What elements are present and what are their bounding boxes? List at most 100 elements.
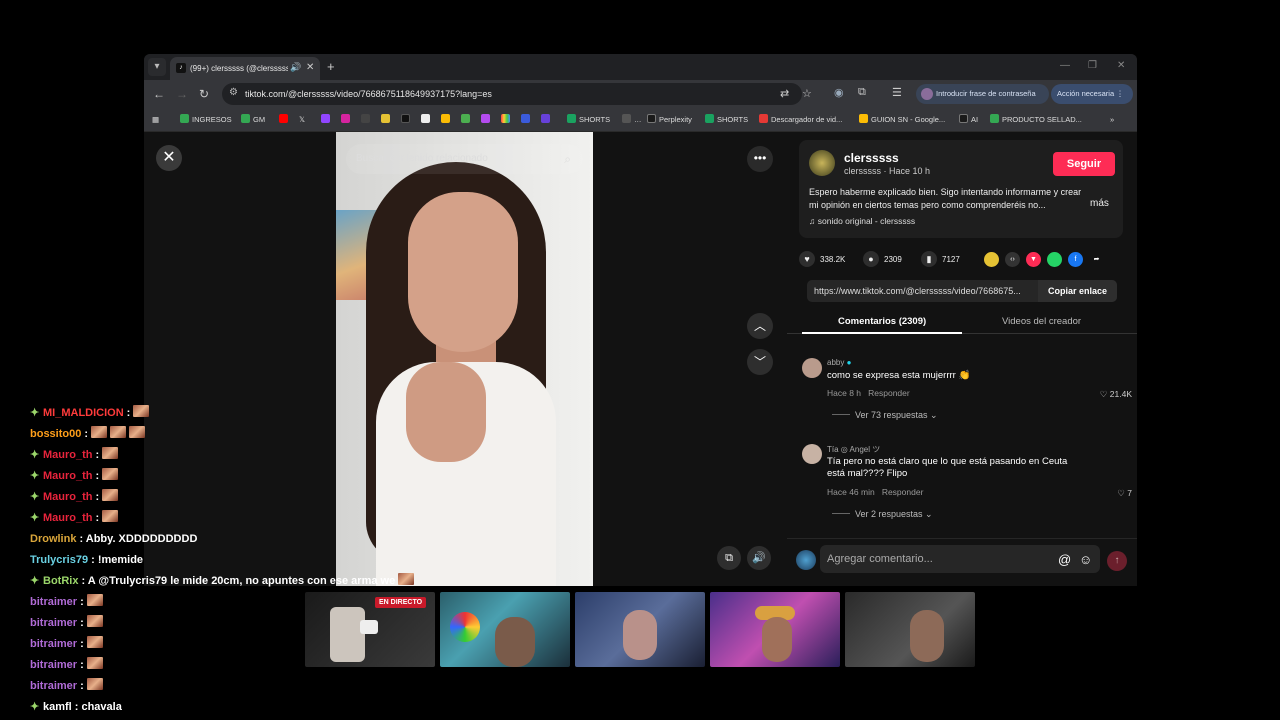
close-window-icon[interactable]: ✕ (1117, 60, 1125, 71)
address-bar[interactable]: ⚙ tiktok.com/@clersssss/video/7668675118… (222, 83, 812, 105)
share-arrow-icon[interactable]: ➦ (1089, 252, 1104, 267)
bookmark-guion[interactable]: GUION SN - Google... (859, 114, 945, 126)
close-icon[interactable]: ✕ (156, 145, 182, 171)
media-icon[interactable]: ◉ (834, 86, 844, 99)
reading-list-icon[interactable]: ☰ (892, 86, 902, 99)
commenter-name[interactable]: Tía ◎ Angel ツ (827, 444, 880, 455)
repost-icon[interactable] (984, 252, 999, 267)
search-icon[interactable]: ⌕ (564, 144, 571, 174)
embed-icon[interactable]: ‹› (1005, 252, 1020, 267)
video-link[interactable]: https://www.tiktok.com/@clersssss/video/… (814, 280, 1034, 302)
bookmark-purple-icon[interactable] (481, 114, 493, 126)
bookmark-ingresos[interactable]: INGRESOS (180, 114, 232, 126)
chat-username[interactable]: Drowlink (30, 533, 76, 545)
bookmark-rainbow-icon[interactable] (501, 114, 513, 126)
chat-username[interactable]: BotRix (43, 575, 78, 587)
tab-creator-videos[interactable]: Videos del creador (1002, 316, 1081, 327)
bookmark-descargador[interactable]: Descargador de vid... (759, 114, 842, 126)
sound-link[interactable]: ♫ sonido original - clersssss (809, 216, 915, 226)
bookmark-star-icon[interactable]: ☆ (802, 87, 812, 100)
close-tab-icon[interactable]: ✕ (306, 62, 314, 73)
next-video-icon[interactable]: ﹀ (747, 349, 773, 375)
comment-like-button[interactable]: ♡ 7 (1117, 488, 1132, 499)
restore-icon[interactable]: ❐ (1088, 60, 1097, 71)
send-icon[interactable]: ▼ (1026, 252, 1041, 267)
back-icon[interactable]: ← (153, 87, 165, 101)
copy-link-button[interactable]: Copiar enlace (1038, 280, 1117, 302)
bookmark-twitch-icon[interactable] (321, 114, 333, 126)
facebook-icon[interactable]: f (1068, 252, 1083, 267)
speaker-icon[interactable]: 🔊 (290, 62, 301, 73)
bookmark-perplexity[interactable]: Perplexity (647, 114, 692, 126)
bookmark-instagram-icon[interactable] (341, 114, 353, 126)
bookmarks-overflow-icon[interactable]: » (1110, 114, 1114, 126)
bookmark-ai[interactable]: AI (959, 114, 978, 126)
bookmark-violet-icon[interactable] (541, 114, 553, 126)
comment-button[interactable]: ● 2309 (863, 251, 902, 267)
comment-like-button[interactable]: ♡ 21.4K (1100, 389, 1132, 400)
bookmark-capcut-icon[interactable] (421, 114, 433, 126)
commenter-name[interactable]: abby ● (827, 358, 851, 367)
chat-username[interactable]: bitraimer (30, 617, 77, 629)
action-needed-button[interactable]: Acción necesaria ⋮ (1051, 84, 1133, 104)
previous-video-icon[interactable]: ︿ (747, 313, 773, 339)
chat-username[interactable]: bitraimer (30, 680, 77, 692)
new-tab-button[interactable]: + (327, 59, 335, 74)
bookmark-producto[interactable]: PRODUCTO SELLAD... (990, 114, 1082, 126)
bookmark-gm[interactable]: GM (241, 114, 265, 126)
like-button[interactable]: ♥ 338.2K (799, 251, 845, 267)
chat-username[interactable]: Trulycris79 (30, 554, 88, 566)
site-info-icon[interactable]: ⚙ (229, 87, 238, 98)
chat-username[interactable]: Mauro_th (43, 470, 93, 482)
password-phrase-button[interactable]: Introducir frase de contraseña (916, 84, 1049, 104)
reply-button[interactable]: Responder (882, 487, 924, 497)
creator-avatar[interactable] (809, 150, 835, 176)
chat-username[interactable]: MI_MALDICION (43, 407, 124, 419)
chat-username[interactable]: bossito00 (30, 428, 81, 440)
bookmark-download-icon[interactable] (361, 114, 373, 126)
commenter-avatar[interactable] (802, 444, 822, 464)
minimize-icon[interactable]: — (1060, 60, 1070, 71)
chat-username[interactable]: kamfl (43, 701, 72, 713)
bookmark-blue-icon[interactable] (521, 114, 533, 126)
chat-username[interactable]: Mauro_th (43, 449, 93, 461)
mention-icon[interactable]: @ (1058, 552, 1071, 567)
chat-username[interactable]: Mauro_th (43, 491, 93, 503)
follow-button[interactable]: Seguir (1053, 152, 1115, 176)
bookmark-shorts-2[interactable]: SHORTS (705, 114, 748, 126)
apps-grid-icon[interactable]: ▦ (152, 114, 159, 126)
save-button[interactable]: ▮ 7127 (921, 251, 960, 267)
whatsapp-icon[interactable] (1047, 252, 1062, 267)
bookmark-c-icon[interactable] (381, 114, 393, 126)
bookmark-youtube-icon[interactable] (279, 114, 291, 126)
bookmark-shorts[interactable]: SHORTS (567, 114, 610, 126)
chat-username[interactable]: bitraimer (30, 638, 77, 650)
reply-button[interactable]: Responder (868, 388, 910, 398)
chat-username[interactable]: bitraimer (30, 596, 77, 608)
related-search-input[interactable]: Buscar contenido relacionado ⌕ (346, 144, 583, 174)
volume-icon[interactable]: 🔊 (747, 546, 771, 570)
reload-icon[interactable]: ↻ (199, 87, 209, 101)
send-comment-icon[interactable]: ↑ (1107, 551, 1127, 571)
extensions-icon[interactable]: ⧉ (858, 86, 866, 99)
bookmark-doc-icon[interactable]: … (622, 114, 642, 126)
bookmark-tiktok-icon[interactable] (401, 114, 413, 126)
emoji-icon[interactable]: ☺ (1079, 552, 1092, 567)
more-link[interactable]: más (1090, 198, 1109, 209)
bookmark-pinwheel-icon[interactable] (461, 114, 473, 126)
more-options-icon[interactable]: ••• (747, 146, 773, 172)
browser-tab[interactable]: ♪ (99+) clersssss (@clersssss) 🔊 ✕ (170, 57, 320, 80)
commenter-avatar[interactable] (802, 358, 822, 378)
stream-thumbnail[interactable]: EN DIRECTO (305, 592, 435, 667)
creator-username[interactable]: clersssss (844, 151, 899, 165)
tab-search-button[interactable]: ▾ (148, 58, 166, 76)
bookmark-x-icon[interactable]: 𝕏 (299, 114, 305, 126)
view-replies-button[interactable]: Ver 73 respuestas ⌄ (832, 410, 938, 421)
view-replies-button[interactable]: Ver 2 respuestas ⌄ (832, 509, 933, 520)
translate-icon[interactable]: ⇄ (780, 87, 789, 100)
tab-comments[interactable]: Comentarios (2309) (838, 316, 926, 327)
floating-player-icon[interactable]: ⧉ (717, 546, 741, 570)
forward-icon[interactable]: → (176, 87, 188, 101)
bookmark-chrome-icon[interactable] (441, 114, 453, 126)
chat-username[interactable]: Mauro_th (43, 512, 93, 524)
